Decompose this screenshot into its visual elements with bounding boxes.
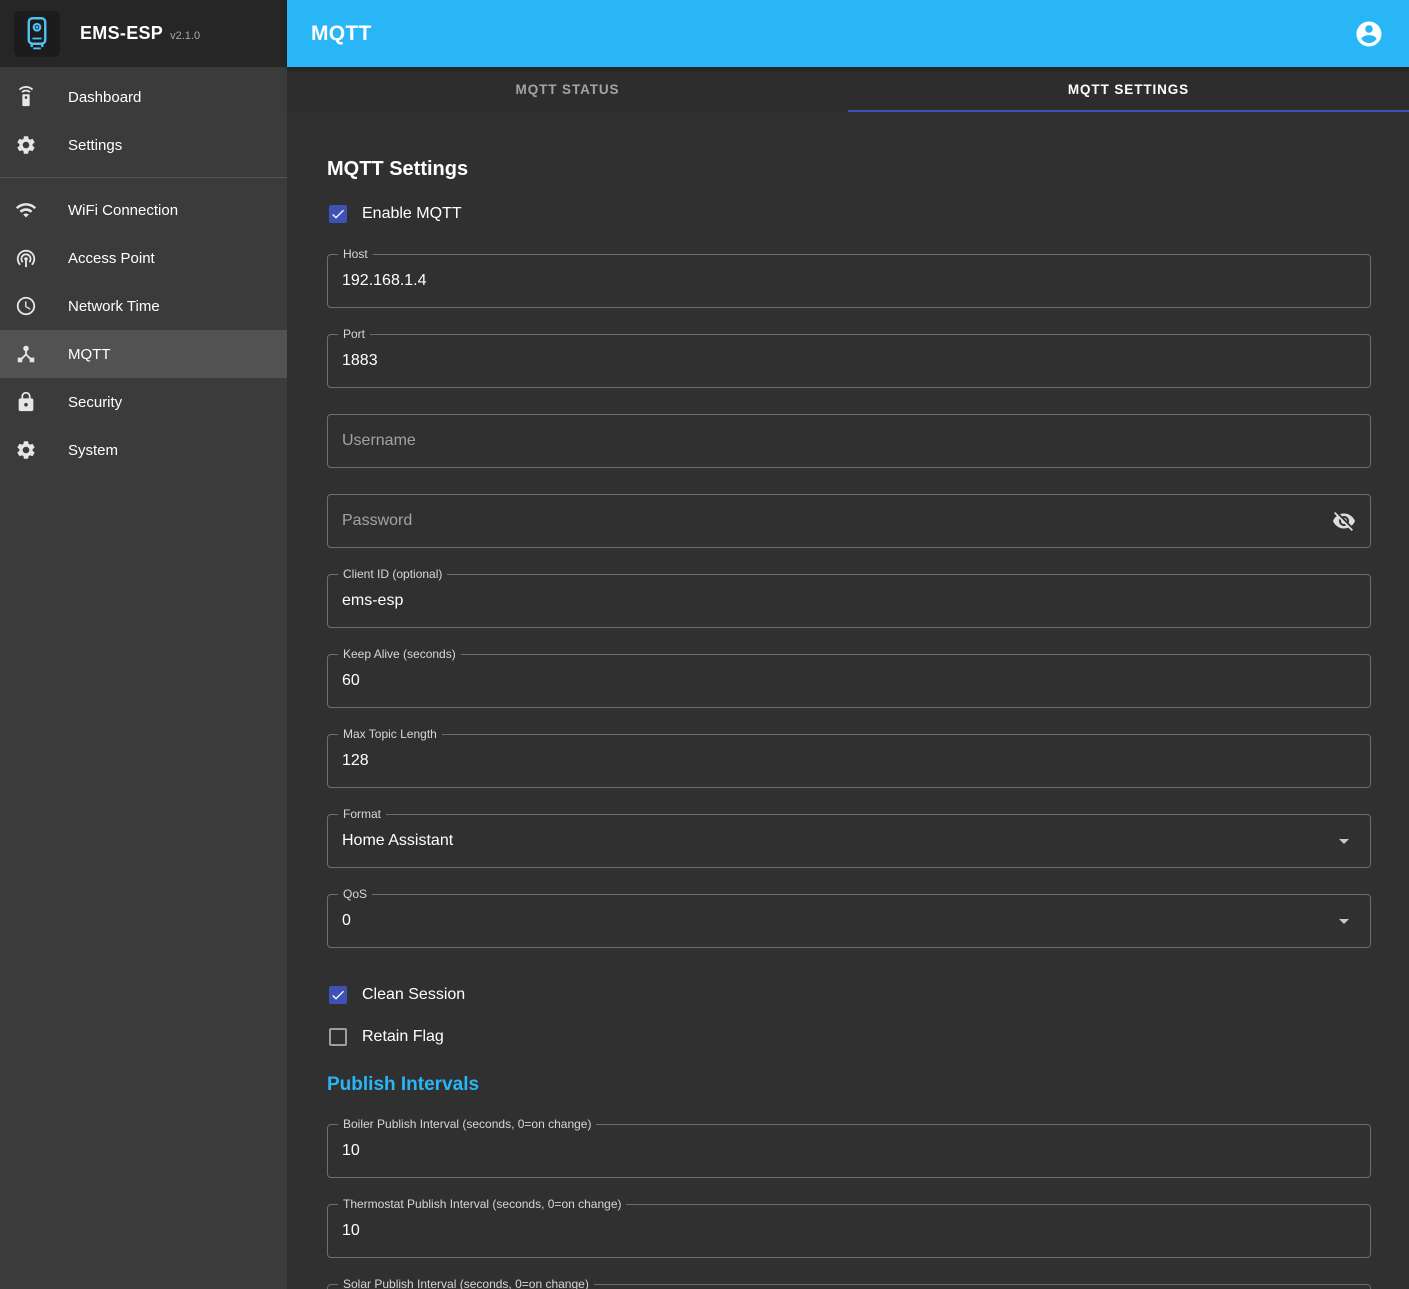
max-topic-length-field[interactable]: Max Topic Length 128 [327, 734, 1371, 788]
format-select[interactable]: Format Home Assistant [327, 814, 1371, 868]
username-field[interactable]: Username [327, 414, 1371, 468]
wifi-icon [14, 198, 38, 222]
sidebar-item-mqtt[interactable]: MQTT [0, 330, 287, 378]
sidebar-item-label: Security [68, 394, 122, 411]
field-placeholder: Password [342, 512, 412, 530]
solar-interval-field[interactable]: Solar Publish Interval (seconds, 0=on ch… [327, 1284, 1371, 1289]
clock-icon [14, 294, 38, 318]
qos-select[interactable]: QoS 0 [327, 894, 1371, 948]
remote-icon [14, 85, 38, 109]
field-label: Solar Publish Interval (seconds, 0=on ch… [338, 1277, 594, 1289]
sidebar-header: EMS-ESP v2.1.0 [0, 0, 287, 67]
field-value: Home Assistant [342, 832, 453, 850]
sidebar-item-label: WiFi Connection [68, 202, 178, 219]
checkbox-checked-icon[interactable] [329, 986, 347, 1004]
sidebar-item-label: Network Time [68, 298, 160, 315]
field-value: 60 [342, 672, 360, 690]
sidebar-item-label: Access Point [68, 250, 155, 267]
sidebar: EMS-ESP v2.1.0 Dashboard Settings WiFi Co… [0, 0, 287, 1289]
visibility-off-icon[interactable] [1332, 509, 1356, 533]
form-title: MQTT Settings [327, 156, 1371, 182]
field-label: Port [338, 327, 370, 342]
field-value: 10 [342, 1222, 360, 1240]
tabbar: MQTT STATUS MQTT SETTINGS [287, 67, 1409, 112]
sidebar-item-label: MQTT [68, 346, 111, 363]
app-name: EMS-ESP [80, 23, 163, 43]
sidebar-item-label: Settings [68, 137, 122, 154]
checkbox-label: Enable MQTT [362, 205, 462, 223]
appbar: MQTT [287, 0, 1409, 67]
field-label: QoS [338, 887, 372, 902]
field-value: 0 [342, 912, 351, 930]
field-label: Boiler Publish Interval (seconds, 0=on c… [338, 1117, 596, 1132]
publish-intervals-title: Publish Intervals [327, 1072, 1371, 1098]
app-version: v2.1.0 [170, 30, 200, 42]
retain-flag-checkbox[interactable]: Retain Flag [327, 1016, 1371, 1058]
sidebar-item-label: Dashboard [68, 89, 141, 106]
field-placeholder: Username [342, 432, 416, 450]
field-value: ems-esp [342, 592, 403, 610]
app-logo [14, 11, 60, 57]
thermostat-interval-field[interactable]: Thermostat Publish Interval (seconds, 0=… [327, 1204, 1371, 1258]
account-circle-icon[interactable] [1353, 18, 1385, 50]
device-hub-icon [14, 342, 38, 366]
field-label: Host [338, 247, 373, 262]
field-label: Client ID (optional) [338, 567, 447, 582]
sidebar-item-dashboard[interactable]: Dashboard [0, 73, 287, 121]
sidebar-item-system[interactable]: System [0, 426, 287, 474]
tab-mqtt-status[interactable]: MQTT STATUS [287, 67, 848, 112]
main-content: MQTT Settings Enable MQTT Host 192.168.1… [287, 112, 1409, 1289]
lock-icon [14, 390, 38, 414]
enable-mqtt-checkbox[interactable]: Enable MQTT [327, 192, 1371, 236]
sidebar-item-network-time[interactable]: Network Time [0, 282, 287, 330]
sidebar-item-security[interactable]: Security [0, 378, 287, 426]
page-title: MQTT [311, 22, 372, 46]
keep-alive-field[interactable]: Keep Alive (seconds) 60 [327, 654, 1371, 708]
gear-icon [14, 133, 38, 157]
field-label: Keep Alive (seconds) [338, 647, 461, 662]
tab-mqtt-settings[interactable]: MQTT SETTINGS [848, 67, 1409, 112]
boiler-logo-icon [19, 16, 55, 52]
wifi-tethering-icon [14, 246, 38, 270]
field-value: 10 [342, 1142, 360, 1160]
checkbox-label: Retain Flag [362, 1028, 444, 1046]
checkbox-label: Clean Session [362, 986, 465, 1004]
field-value: 1883 [342, 352, 378, 370]
field-label: Format [338, 807, 386, 822]
host-field[interactable]: Host 192.168.1.4 [327, 254, 1371, 308]
sidebar-divider [0, 177, 287, 178]
sidebar-item-wifi-connection[interactable]: WiFi Connection [0, 186, 287, 234]
sidebar-nav: Dashboard Settings WiFi Connection Acces… [0, 67, 287, 474]
client-id-field[interactable]: Client ID (optional) ems-esp [327, 574, 1371, 628]
field-label: Max Topic Length [338, 727, 442, 742]
field-value: 128 [342, 752, 369, 770]
checkbox-checked-icon[interactable] [329, 205, 347, 223]
sidebar-item-settings[interactable]: Settings [0, 121, 287, 169]
port-field[interactable]: Port 1883 [327, 334, 1371, 388]
sidebar-item-label: System [68, 442, 118, 459]
password-field[interactable]: Password [327, 494, 1371, 548]
dropdown-caret-icon[interactable] [1332, 909, 1356, 933]
dropdown-caret-icon[interactable] [1332, 829, 1356, 853]
gear-icon [14, 438, 38, 462]
clean-session-checkbox[interactable]: Clean Session [327, 974, 1371, 1016]
app-title: EMS-ESP v2.1.0 [80, 23, 200, 44]
sidebar-item-access-point[interactable]: Access Point [0, 234, 287, 282]
boiler-interval-field[interactable]: Boiler Publish Interval (seconds, 0=on c… [327, 1124, 1371, 1178]
field-value: 192.168.1.4 [342, 272, 427, 290]
checkbox-unchecked-icon[interactable] [329, 1028, 347, 1046]
field-label: Thermostat Publish Interval (seconds, 0=… [338, 1197, 626, 1212]
